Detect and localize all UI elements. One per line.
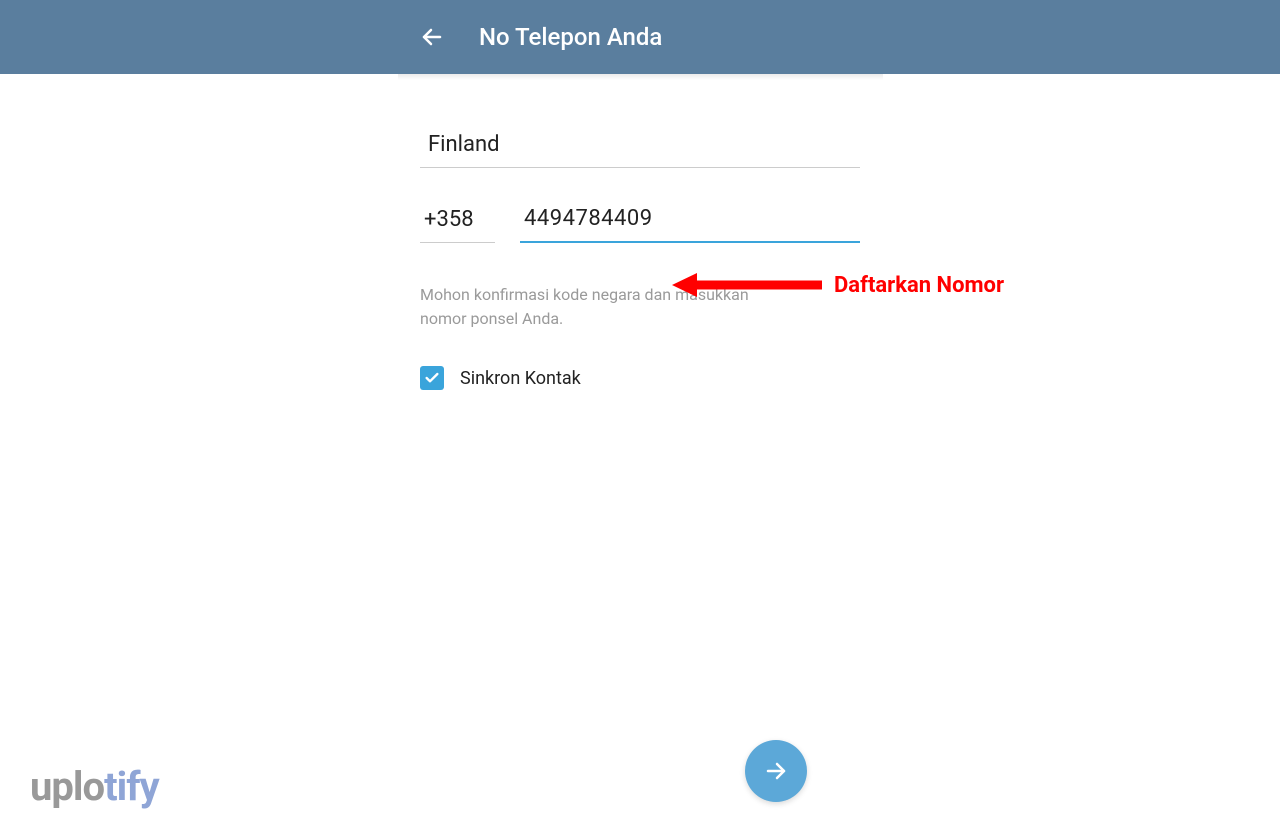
phone-number-input[interactable] [520,198,860,243]
sync-contacts-checkbox[interactable] [420,366,444,390]
watermark: uplotify [30,763,159,810]
phone-row [420,198,860,243]
sync-contacts-label: Sinkron Kontak [460,368,581,389]
forward-arrow-icon [764,759,788,783]
country-code-input[interactable] [420,198,495,243]
back-arrow-icon [420,25,444,49]
phone-form: Mohon konfirmasi kode negara dan masukka… [420,124,860,390]
content-area: Mohon konfirmasi kode negara dan masukka… [0,74,1280,390]
sync-contacts-row: Sinkron Kontak [420,366,860,390]
annotation-label: Daftarkan Nomor [834,273,1004,298]
next-button[interactable] [745,740,807,802]
country-input[interactable] [420,124,860,168]
annotation-arrow-icon [672,270,822,300]
check-icon [424,370,440,386]
watermark-part1: uplo [30,763,104,810]
back-button[interactable] [420,25,444,49]
annotation: Daftarkan Nomor [672,270,1004,300]
page-title: No Telepon Anda [479,23,662,51]
app-header: No Telepon Anda [0,0,1280,74]
watermark-part2: tify [104,763,159,810]
